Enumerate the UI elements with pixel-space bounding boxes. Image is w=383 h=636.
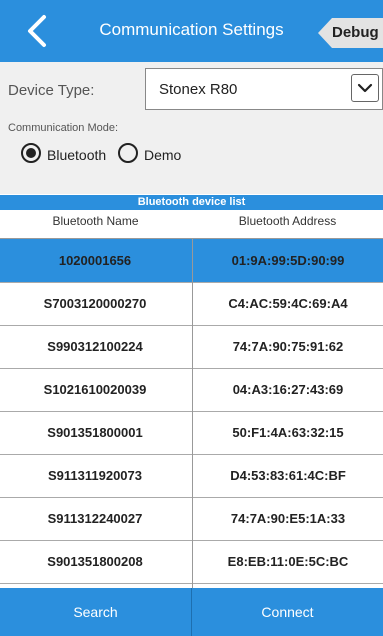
device-address-cell: 04:A3:16:27:43:69 (192, 368, 383, 411)
search-button[interactable]: Search (0, 588, 192, 636)
table-row[interactable]: 1020001656 01:9A:99:5D:90:99 (0, 239, 383, 283)
chevron-down-icon (357, 83, 373, 93)
device-type-select[interactable]: Stonex R80 (145, 68, 383, 110)
device-name-cell: S990312100224 (47, 339, 143, 354)
communication-mode-label: Communication Mode: (8, 122, 119, 134)
table-row[interactable]: S911311920073 D4:53:83:61:4C:BF (0, 454, 383, 498)
device-list: 1020001656 01:9A:99:5D:90:99 S700312000027… (0, 238, 383, 627)
device-address-cell: 01:9A:99:5D:90:99 (192, 239, 383, 282)
device-address-cell: 74:7A:90:E5:1A:33 (192, 497, 383, 540)
device-name-cell: S901351800001 (47, 425, 143, 440)
connect-button[interactable]: Connect (192, 588, 383, 636)
table-row[interactable]: S990312100224 74:7A:90:75:91:62 (0, 325, 383, 369)
device-address-cell: 50:F1:4A:63:32:15 (192, 411, 383, 454)
device-address-cell: 74:7A:90:75:91:62 (192, 325, 383, 368)
table-row[interactable]: S911312240027 74:7A:90:E5:1A:33 (0, 497, 383, 541)
column-header-address: Bluetooth Address (238, 214, 337, 228)
dropdown-button[interactable] (351, 74, 379, 102)
device-name-cell: S901351800208 (47, 554, 143, 569)
app-header: Communication Settings Debug (0, 0, 383, 62)
table-row[interactable]: S7003120000270 C4:AC:59:4C:69:A4 (0, 282, 383, 326)
bluetooth-radio-label[interactable]: Bluetooth (47, 147, 106, 163)
device-type-value: Stonex R80 (159, 81, 238, 98)
bottom-bar: Search Connect (0, 588, 383, 636)
table-row[interactable]: S901351800001 50:F1:4A:63:32:15 (0, 411, 383, 455)
bluetooth-radio[interactable] (21, 143, 41, 163)
device-name-cell: S911311920073 (48, 468, 142, 483)
device-name-cell: 1020001656 (58, 253, 132, 268)
device-address-cell: C4:AC:59:4C:69:A4 (192, 282, 383, 325)
table-row[interactable]: S901351800208 E8:EB:11:0E:5C:BC (0, 540, 383, 584)
demo-radio-label[interactable]: Demo (144, 147, 181, 163)
device-address-cell: E8:EB:11:0E:5C:BC (192, 540, 383, 583)
device-name-cell: S911312240027 (47, 511, 143, 526)
device-name-cell: S7003120000270 (43, 296, 147, 311)
demo-radio[interactable] (118, 143, 138, 163)
column-header-name: Bluetooth Name (52, 214, 139, 228)
device-name-cell: S1021610020039 (43, 382, 147, 397)
device-list-banner: Bluetooth device list (0, 195, 383, 210)
device-type-label: Device Type: (8, 82, 95, 99)
radio-selected-dot (26, 148, 36, 158)
device-address-cell: D4:53:83:61:4C:BF (192, 454, 383, 497)
table-row[interactable]: S1021610020039 04:A3:16:27:43:69 (0, 368, 383, 412)
